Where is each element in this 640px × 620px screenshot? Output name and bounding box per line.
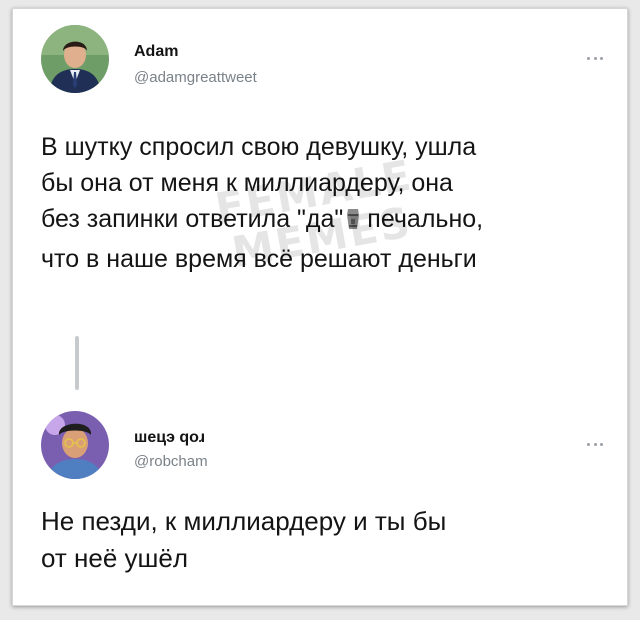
tweet-text-line: от неё ушёл [41,543,189,573]
author-name[interactable]: шецэ qoɹ [134,429,205,447]
more-dot [587,442,590,446]
tweet-text-line: Не пезди, к миллиардеру и ты бы [41,506,447,536]
cartoon-avatar-icon [41,411,109,479]
more-dot [593,56,597,60]
avatar-adam[interactable] [41,25,109,93]
more-options-icon[interactable] [587,55,603,61]
more-dot [600,442,603,446]
tweet-text-line: что в наше время всё решают деньги [41,245,477,273]
tweet-text-fragment: без запинки ответила "да" [41,205,344,233]
thread-connector-line [75,336,79,390]
tweet-text-line: без запинки ответила "да" печально, [41,201,621,241]
more-dot [587,56,590,60]
author-name[interactable]: Adam [134,43,178,61]
tweet-text: В шутку спросил свою девушку, ушла бы он… [41,129,621,277]
avatar-robcham[interactable] [41,411,109,479]
tweet-text-line: бы она от меня к миллиардеру, она [41,169,453,197]
tweet-text-line: В шутку спросил свою девушку, ушла [41,133,477,161]
author-handle[interactable]: @robcham [134,453,208,470]
person-photo-icon [41,25,109,93]
moai-icon [345,205,361,241]
more-options-icon[interactable] [587,441,603,447]
tweet-text-fragment: печально, [367,205,484,233]
screenshot-card: Adam @adamgreattweet В шутку спросил сво… [12,8,628,606]
author-handle[interactable]: @adamgreattweet [134,69,257,86]
tweet-text: Не пезди, к миллиардеру и ты бы от неё у… [41,503,601,577]
more-dot [600,56,603,60]
more-dot [593,442,597,446]
